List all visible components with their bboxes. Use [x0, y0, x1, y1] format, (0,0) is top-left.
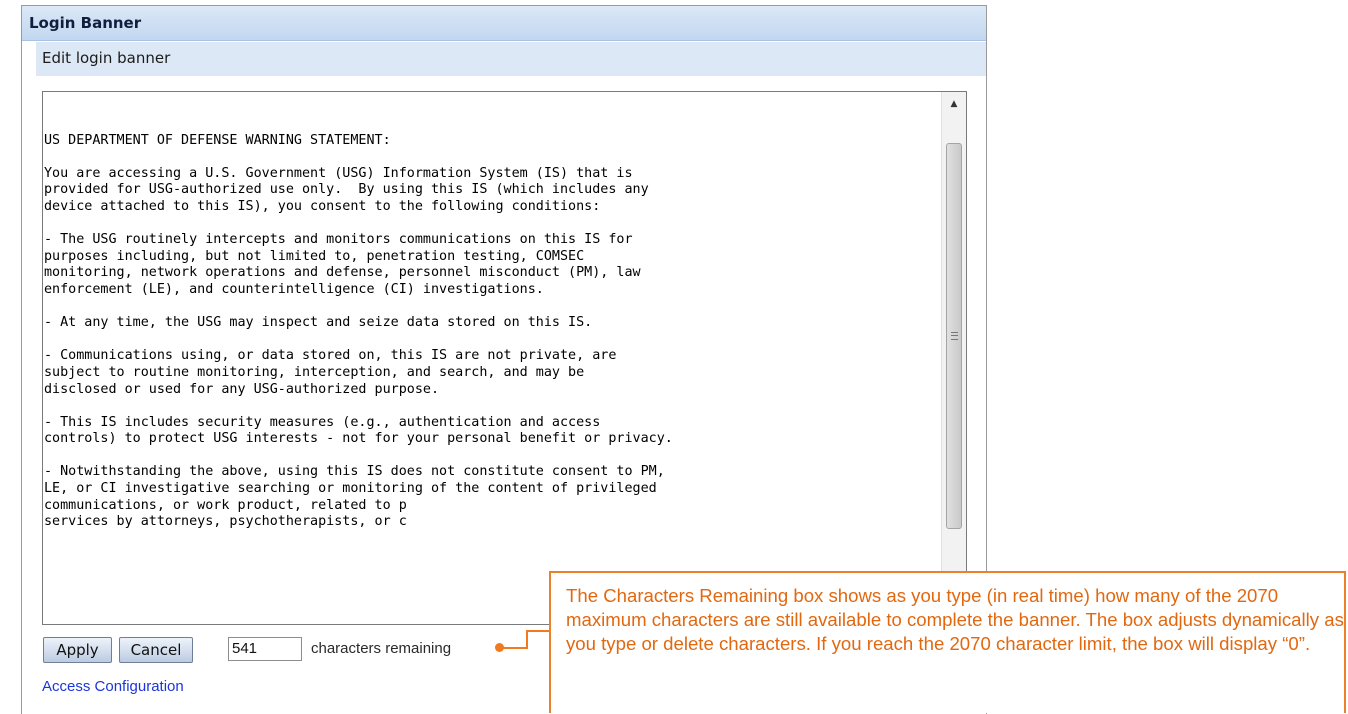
- callout-connector: [526, 630, 549, 632]
- banner-textarea[interactable]: US DEPARTMENT OF DEFENSE WARNING STATEME…: [42, 91, 967, 625]
- characters-remaining-callout: The Characters Remaining box shows as yo…: [549, 571, 1346, 713]
- apply-button[interactable]: Apply: [43, 637, 112, 663]
- characters-remaining-field: 541: [228, 637, 302, 661]
- scroll-grip-icon: [951, 332, 958, 340]
- scrollbar-thumb[interactable]: [946, 143, 962, 529]
- cancel-button[interactable]: Cancel: [119, 637, 193, 663]
- characters-remaining-label: characters remaining: [311, 640, 452, 657]
- access-configuration-link[interactable]: Access Configuration: [42, 678, 184, 695]
- callout-connector: [503, 647, 527, 649]
- panel-subtitle: Edit login banner: [36, 42, 986, 76]
- vertical-scrollbar[interactable]: ▲: [941, 92, 966, 624]
- banner-text-content[interactable]: US DEPARTMENT OF DEFENSE WARNING STATEME…: [44, 116, 939, 531]
- callout-connector: [526, 631, 528, 649]
- scroll-up-arrow-icon[interactable]: ▲: [942, 92, 966, 116]
- panel-title: Login Banner: [22, 6, 986, 41]
